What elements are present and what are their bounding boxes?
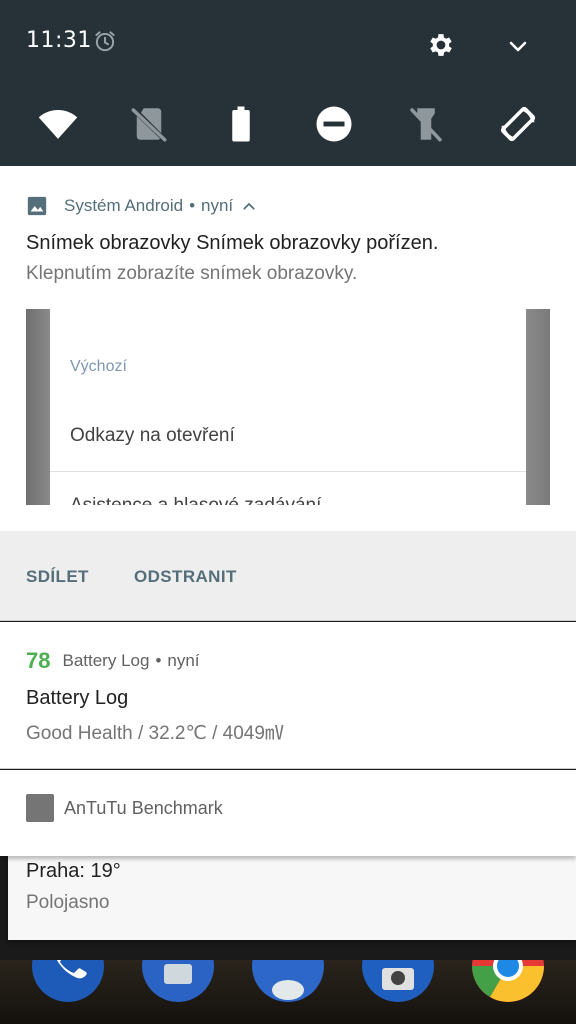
preview-edge-right [526, 309, 550, 505]
battery-icon [232, 106, 250, 142]
preview-item: Asistence a hlasové zadávání [70, 495, 321, 505]
notification-time: nyní [201, 196, 234, 215]
notification-screenshot[interactable]: Systém Android • nyní Snímek obrazovky S… [0, 166, 576, 621]
messages-icon[interactable] [142, 960, 214, 1002]
notification-text: Klepnutím zobrazíte snímek obrazovky. [26, 263, 358, 284]
notification-header: Systém Android • nyní [26, 194, 257, 218]
clock-time: 11:31 [26, 28, 92, 53]
flashlight-tile[interactable] [404, 102, 448, 146]
wifi-tile[interactable] [36, 102, 80, 146]
quick-settings-panel: 11:31 [0, 0, 576, 166]
notification-title: Battery Log [26, 687, 129, 709]
do-not-disturb-icon [316, 106, 352, 142]
camera-icon[interactable] [362, 960, 434, 1002]
app-name: AnTuTu Benchmark [64, 798, 223, 818]
no-sim-icon [131, 108, 167, 142]
separator: • [189, 196, 196, 215]
notification-antutu[interactable]: AnTuTu Benchmark [0, 770, 576, 856]
chrome-icon[interactable] [472, 960, 544, 1002]
separator: • [155, 651, 162, 670]
sim-tile[interactable] [127, 102, 171, 146]
auto-rotate-icon [500, 106, 536, 142]
delete-button[interactable]: ODSTRANIT [134, 567, 237, 587]
image-icon [27, 196, 47, 216]
settings-gear-icon[interactable] [426, 30, 456, 60]
notification-time: nyní [167, 651, 200, 670]
notification-text: Good Health / 32.2℃ / 4049㎷ [26, 723, 284, 744]
contacts-icon[interactable] [252, 960, 324, 1002]
battery-level-badge: 78 [26, 648, 51, 673]
notification-title: Snímek obrazovky Snímek obrazovky poříze… [26, 232, 439, 254]
alarm-icon [92, 28, 118, 54]
screenshot-preview[interactable]: Výchozí Odkazy na otevření Asistence a h… [26, 309, 550, 505]
phone-icon[interactable] [32, 960, 104, 1002]
preview-item: Odkazy na otevření [70, 425, 235, 446]
notification-text: Polojasno [26, 892, 110, 913]
preview-edge-left [26, 309, 50, 505]
rotate-tile[interactable] [496, 102, 540, 146]
preview-divider [50, 471, 526, 472]
notification-weather[interactable]: Praha: 19° Polojasno [8, 856, 576, 940]
home-dock [0, 960, 576, 1024]
preview-section-label: Výchozí [70, 358, 127, 375]
wifi-icon [38, 110, 78, 139]
app-name: Battery Log [62, 651, 150, 670]
notification-battery-log[interactable]: 78 Battery Log • nyní Battery Log Good H… [0, 622, 576, 769]
app-name: Systém Android [64, 196, 184, 215]
flashlight-off-icon [410, 108, 442, 142]
share-button[interactable]: SDÍLET [26, 567, 89, 587]
notification-header: 78 Battery Log • nyní [26, 648, 200, 674]
notification-title: Praha: 19° [26, 860, 121, 882]
dnd-tile[interactable] [312, 102, 356, 146]
app-icon [26, 794, 54, 822]
chevron-up-icon[interactable] [241, 198, 257, 214]
notification-actions: SDÍLET ODSTRANIT [0, 531, 576, 621]
expand-chevron-icon[interactable] [506, 34, 530, 58]
preview-sheet: Výchozí Odkazy na otevření Asistence a h… [50, 309, 526, 505]
battery-tile[interactable] [219, 102, 263, 146]
